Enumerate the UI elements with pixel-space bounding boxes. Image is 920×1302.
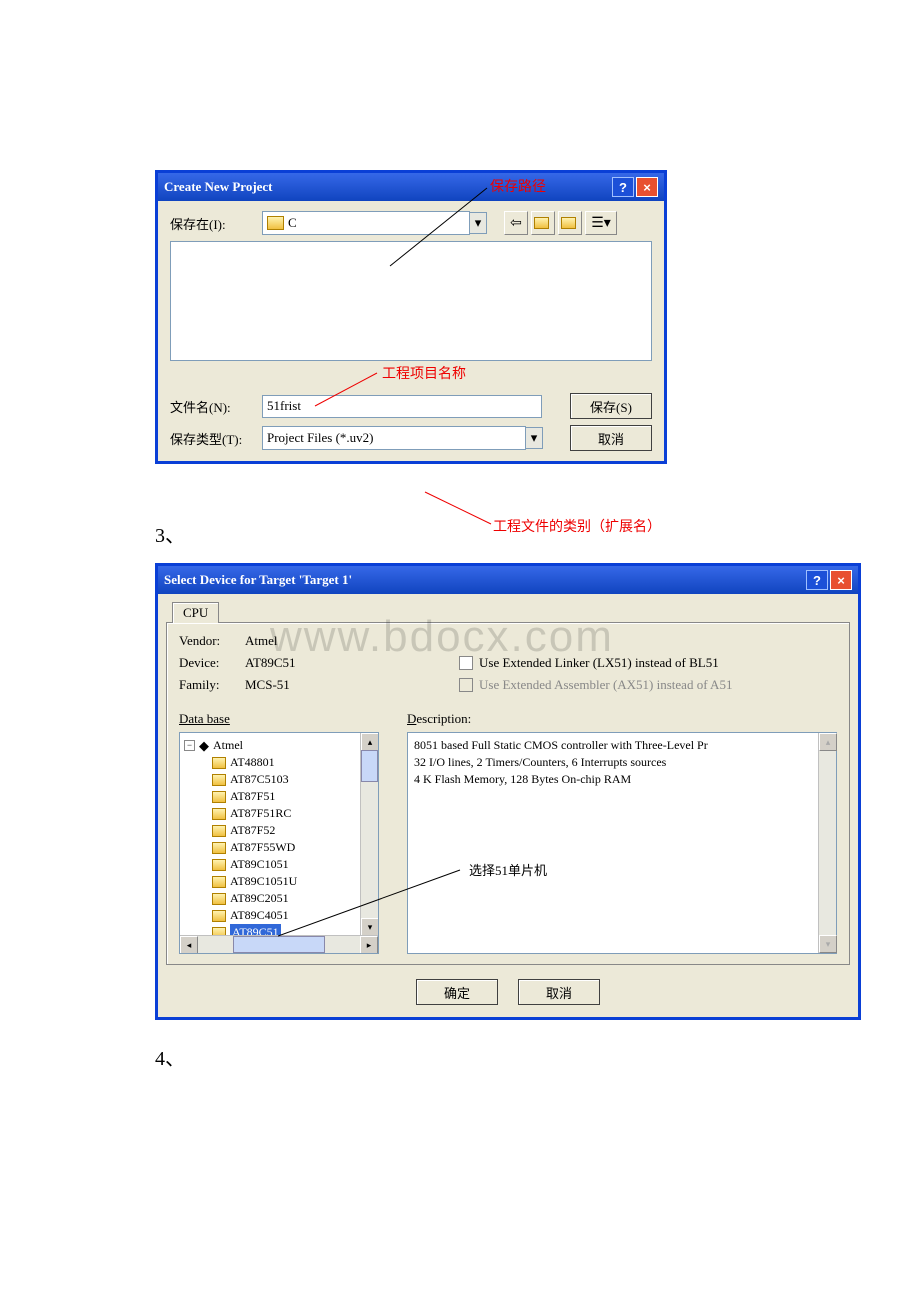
annotation-save-path: 保存路径 [490, 176, 546, 196]
filename-input[interactable]: 51frist [262, 395, 542, 418]
filetype-dropdown[interactable]: Project Files (*.uv2) [262, 426, 526, 450]
annotation-project-name: 工程项目名称 [382, 363, 466, 383]
linker-checkbox[interactable] [459, 656, 473, 670]
close-icon[interactable]: × [830, 570, 852, 590]
linker-label: Use Extended Linker (LX51) instead of BL… [479, 655, 719, 671]
scrollbar-horizontal[interactable]: ◂ ▸ [180, 935, 378, 953]
create-project-dialog: Create New Project ? × 保存在(I): C ▾ ⇦ ☰▾ … [155, 170, 667, 464]
family-value: MCS-51 [245, 677, 290, 693]
list-number-3: 3、 [155, 519, 765, 548]
cancel-button[interactable]: 取消 [518, 979, 600, 1005]
dialog-title: Create New Project [164, 179, 273, 195]
dialog-title: Select Device for Target 'Target 1' [164, 572, 352, 588]
vendor-label: Vendor: [179, 633, 245, 649]
save-in-label: 保存在(I): [170, 214, 262, 233]
chevron-down-icon[interactable]: ▾ [525, 427, 543, 449]
select-device-dialog: Select Device for Target 'Target 1' ? × … [155, 563, 861, 1020]
asm-checkbox [459, 678, 473, 692]
ok-button[interactable]: 确定 [416, 979, 498, 1005]
help-icon[interactable]: ? [806, 570, 828, 590]
file-list[interactable] [170, 241, 652, 361]
cancel-button[interactable]: 取消 [570, 425, 652, 451]
description-box: 8051 based Full Static CMOS controller w… [407, 732, 837, 954]
titlebar: Create New Project ? × [158, 173, 664, 201]
filetype-label: 保存类型(T): [170, 429, 262, 448]
device-tree[interactable]: −◆AtmelAT48801AT87C5103AT87F51AT87F51RCA… [179, 732, 379, 954]
help-icon[interactable]: ? [612, 177, 634, 197]
save-in-dropdown[interactable]: C [262, 211, 470, 235]
description-label: Description: [407, 711, 837, 727]
vendor-value: Atmel [245, 633, 278, 649]
titlebar: Select Device for Target 'Target 1' ? × [158, 566, 858, 594]
filename-label: 文件名(N): [170, 397, 262, 416]
new-folder-icon[interactable] [558, 211, 582, 235]
asm-label: Use Extended Assembler (AX51) instead of… [479, 677, 732, 693]
annotation-select-mcu: 选择51单片机 [466, 860, 550, 879]
save-button[interactable]: 保存(S) [570, 393, 652, 419]
tab-cpu[interactable]: CPU [172, 602, 219, 623]
chevron-down-icon[interactable]: ▾ [469, 212, 487, 234]
database-label: Data base [179, 711, 379, 727]
up-folder-icon[interactable] [531, 211, 555, 235]
view-menu-icon[interactable]: ☰▾ [585, 211, 617, 235]
device-value: AT89C51 [245, 655, 296, 671]
device-label: Device: [179, 655, 245, 671]
scrollbar-vertical[interactable]: ▴ ▾ [360, 733, 378, 936]
list-number-4: 4、 [155, 1042, 765, 1071]
close-icon[interactable]: × [636, 177, 658, 197]
back-icon[interactable]: ⇦ [504, 211, 528, 235]
family-label: Family: [179, 677, 245, 693]
annotation-file-type: 工程文件的类别（扩展名） [493, 516, 661, 536]
